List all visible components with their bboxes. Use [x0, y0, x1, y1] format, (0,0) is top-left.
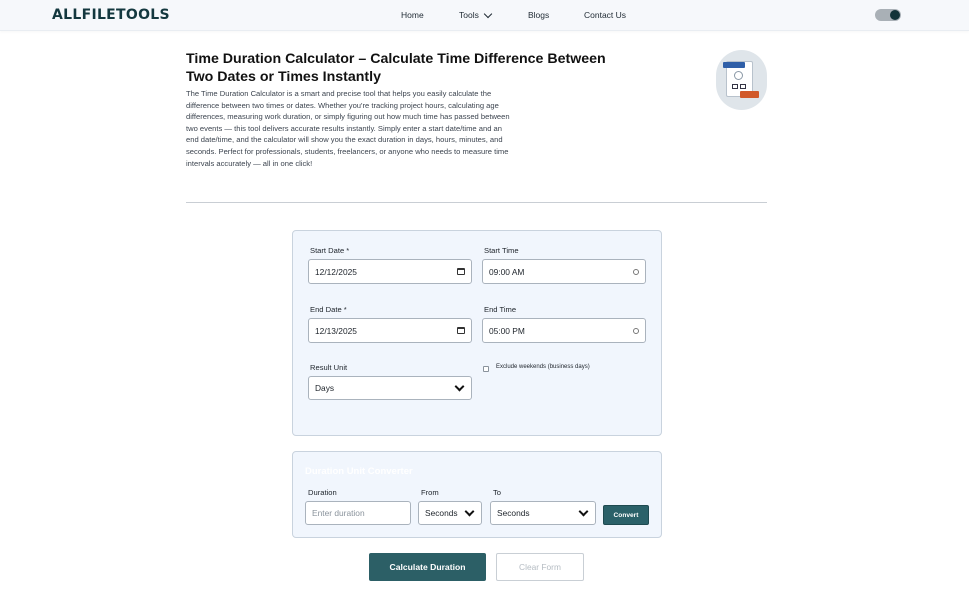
section-divider	[186, 202, 767, 203]
clock-icon[interactable]	[633, 327, 639, 334]
convert-button[interactable]: Convert	[603, 505, 649, 525]
from-unit-select[interactable]: Seconds	[418, 501, 482, 525]
calendar-icon	[732, 84, 738, 89]
theme-toggle[interactable]	[875, 9, 901, 21]
start-time-label: Start Time	[484, 246, 519, 255]
exclude-weekends-checkbox[interactable]	[483, 366, 489, 372]
end-date-value: 12/13/2025	[315, 325, 357, 336]
start-date-label: Start Date *	[310, 246, 350, 255]
duration-converter: Duration Unit Converter Duration Enter d…	[292, 451, 662, 538]
person-icon	[734, 71, 743, 80]
chevron-down-icon	[483, 9, 493, 18]
end-time-label: End Time	[484, 305, 517, 314]
clock-icon[interactable]	[633, 268, 639, 275]
nav-contact-link[interactable]: Contact Us	[584, 10, 626, 20]
site-header: ALLFILETOOLS Home Tools Blogs Contact Us	[0, 0, 969, 31]
chevron-down-icon	[464, 506, 475, 516]
chevron-down-icon	[578, 506, 589, 516]
start-date-input[interactable]: 12/12/2025	[308, 259, 472, 284]
toggle-knob	[890, 10, 900, 20]
calculator-tag-icon	[723, 62, 745, 68]
calendar-icon[interactable]	[457, 327, 465, 334]
exclude-weekends-label: Exclude weekends (business days)	[496, 364, 590, 370]
duration-input[interactable]: Enter duration	[305, 501, 411, 525]
nav-home-link[interactable]: Home	[401, 10, 424, 20]
to-unit-value: Seconds	[497, 508, 530, 518]
result-unit-label: Result Unit	[310, 363, 348, 372]
end-time-value: 05:00 PM	[489, 325, 525, 336]
calculator-form: Start Date * 12/12/2025 Start Time 09:00…	[292, 230, 662, 436]
result-unit-value: Days	[315, 383, 335, 393]
end-date-label: End Date *	[310, 305, 347, 314]
site-logo[interactable]: ALLFILETOOLS	[52, 7, 170, 23]
result-unit-select[interactable]: Days	[308, 376, 472, 400]
page-title: Time Duration Calculator – Calculate Tim…	[186, 51, 606, 85]
start-time-input[interactable]: 09:00 AM	[482, 259, 646, 284]
calendar-icon	[740, 84, 746, 89]
page-description: The Time Duration Calculator is a smart …	[186, 89, 510, 168]
start-time-value: 09:00 AM	[489, 266, 525, 277]
from-label: From	[421, 488, 439, 497]
end-time-input[interactable]: 05:00 PM	[482, 318, 646, 343]
nav-blogs-link[interactable]: Blogs	[528, 10, 549, 20]
calculate-duration-button[interactable]: Calculate Duration	[369, 553, 486, 581]
duration-label: Duration	[308, 488, 337, 497]
calendar-icon[interactable]	[457, 268, 465, 275]
chevron-down-icon	[454, 381, 465, 391]
converter-title: Duration Unit Converter	[305, 466, 413, 477]
start-date-value: 12/12/2025	[315, 266, 357, 277]
end-date-input[interactable]: 12/13/2025	[308, 318, 472, 343]
calculator-illustration	[716, 50, 767, 110]
nav-tools-label: Tools	[459, 10, 479, 20]
to-unit-select[interactable]: Seconds	[490, 501, 596, 525]
to-label: To	[493, 488, 502, 497]
from-unit-value: Seconds	[425, 508, 458, 518]
clear-form-button[interactable]: Clear Form	[496, 553, 584, 581]
duration-placeholder: Enter duration	[312, 508, 365, 518]
nav-tools-menu[interactable]: Tools	[459, 9, 493, 20]
duration-tag-icon	[740, 91, 759, 98]
